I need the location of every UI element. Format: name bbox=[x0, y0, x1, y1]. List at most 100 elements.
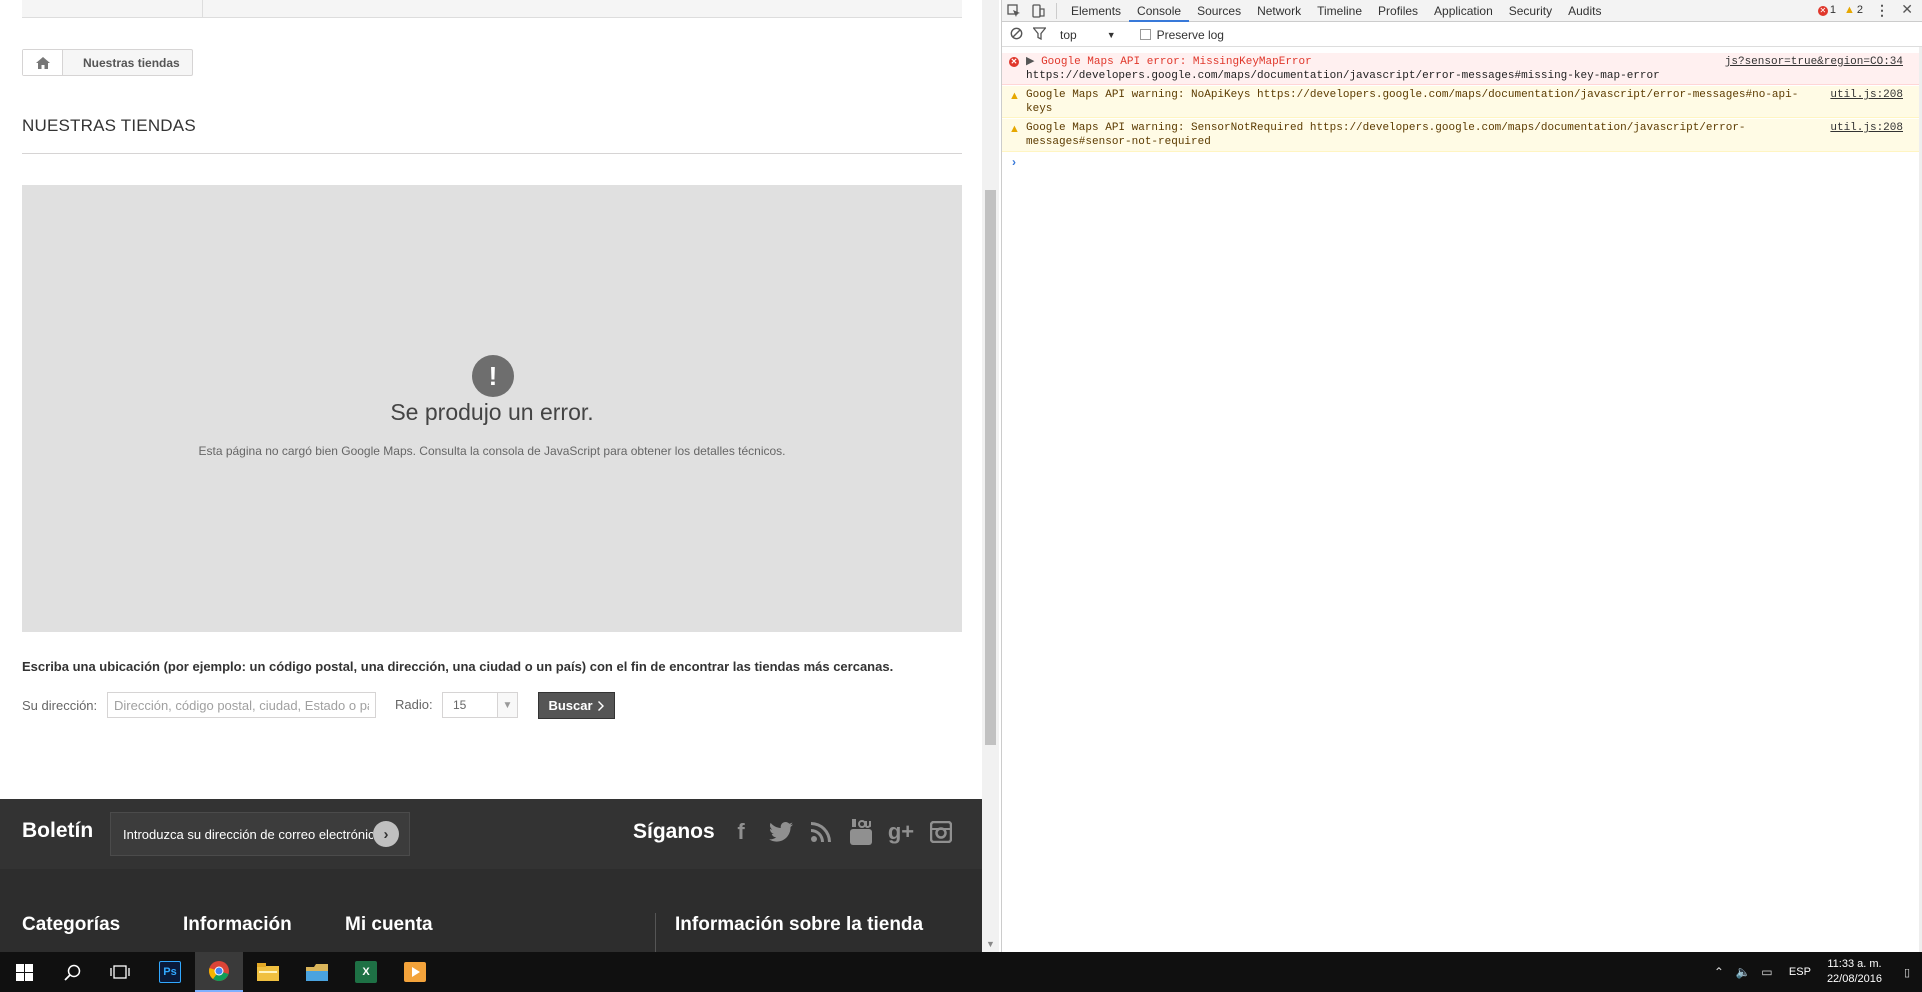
store-search-instructions: Escriba una ubicación (por ejemplo: un c… bbox=[22, 659, 894, 674]
clock[interactable]: 11:33 a. m. 22/08/2016 bbox=[1821, 957, 1892, 987]
radius-label: Radio: bbox=[395, 697, 433, 712]
expand-triangle-icon[interactable]: ▶ bbox=[1026, 56, 1034, 68]
breadcrumb-current: Nuestras tiendas bbox=[83, 55, 180, 70]
photoshop-label: Ps bbox=[159, 961, 181, 983]
newsletter-submit-icon[interactable]: › bbox=[373, 821, 399, 847]
language-indicator[interactable]: ESP bbox=[1779, 966, 1821, 978]
volume-icon[interactable]: 🔈 bbox=[1731, 965, 1755, 979]
facebook-icon[interactable]: f bbox=[728, 817, 754, 847]
error-icon: ✕ bbox=[1009, 57, 1019, 67]
home-icon[interactable] bbox=[23, 50, 63, 75]
radius-select[interactable]: 15 ▼ bbox=[442, 692, 518, 718]
newsletter-label: Boletín bbox=[22, 819, 94, 842]
inspect-element-icon[interactable] bbox=[1002, 0, 1026, 22]
tab-timeline[interactable]: Timeline bbox=[1309, 0, 1370, 22]
google-plus-icon[interactable]: g+ bbox=[888, 817, 914, 847]
console-prompt-icon[interactable]: › bbox=[1012, 155, 1016, 169]
tab-console[interactable]: Console bbox=[1129, 0, 1190, 22]
footer-col-account: Mi cuenta bbox=[345, 914, 433, 935]
message-source-link[interactable]: util.js:208 bbox=[1830, 121, 1903, 135]
follow-us-label: Síganos bbox=[633, 820, 715, 843]
tab-profiles[interactable]: Profiles bbox=[1370, 0, 1426, 22]
preserve-log-checkbox[interactable] bbox=[1139, 29, 1151, 40]
error-icon: ✕ bbox=[1817, 6, 1828, 16]
top-bar bbox=[22, 0, 962, 18]
close-icon[interactable]: ✕ bbox=[1901, 1, 1913, 18]
page-scrollbar[interactable]: ▼ bbox=[982, 0, 999, 952]
tab-application[interactable]: Application bbox=[1426, 0, 1501, 22]
excel-label: X bbox=[355, 961, 377, 983]
search-icon[interactable] bbox=[48, 952, 96, 992]
message-text: Google Maps API error: MissingKeyMapErro… bbox=[1041, 56, 1312, 68]
message-text: Google Maps API warning: NoApiKeys https… bbox=[1026, 89, 1799, 115]
rss-icon[interactable] bbox=[808, 817, 834, 847]
device-mode-icon[interactable] bbox=[1026, 0, 1050, 22]
clock-time: 11:33 a. m. bbox=[1827, 958, 1882, 970]
instagram-icon[interactable] bbox=[928, 817, 954, 847]
footer-newsletter-bar: Boletín Introduzca su dirección de corre… bbox=[0, 799, 982, 869]
tab-sources[interactable]: Sources bbox=[1189, 0, 1249, 22]
footer-col-store-info: Información sobre la tienda bbox=[675, 914, 924, 935]
more-options-icon[interactable]: ⋮ bbox=[1875, 2, 1889, 19]
console-toolbar: top ▼ Preserve log bbox=[1002, 23, 1922, 47]
chevron-down-icon[interactable]: ▼ bbox=[1107, 30, 1116, 40]
search-button[interactable]: Buscar bbox=[538, 692, 615, 719]
windows-start-icon[interactable] bbox=[0, 952, 48, 992]
photoshop-icon[interactable]: Ps bbox=[146, 952, 194, 992]
breadcrumb: Nuestras tiendas bbox=[22, 49, 193, 76]
map-container: ! Se produjo un error. Esta página no ca… bbox=[22, 185, 962, 632]
clear-console-icon[interactable] bbox=[1010, 27, 1023, 43]
scrollbar-thumb[interactable] bbox=[985, 190, 996, 745]
address-label: Su dirección: bbox=[22, 698, 98, 713]
tab-security[interactable]: Security bbox=[1501, 0, 1560, 22]
map-error-description: Esta página no cargó bien Google Maps. C… bbox=[198, 444, 786, 458]
tab-network[interactable]: Network bbox=[1249, 0, 1309, 22]
address-input[interactable] bbox=[107, 692, 376, 718]
message-text: Google Maps API warning: SensorNotRequir… bbox=[1026, 122, 1746, 148]
map-error-title: Se produjo un error. bbox=[390, 399, 594, 425]
notifications-icon[interactable]: ▭ bbox=[1755, 965, 1779, 979]
excel-icon[interactable]: X bbox=[342, 952, 390, 992]
file-explorer-icon[interactable] bbox=[244, 952, 292, 992]
warning-icon: ▲ bbox=[1843, 4, 1855, 16]
warning-icon: ▲ bbox=[1009, 90, 1020, 102]
youtube-icon[interactable] bbox=[848, 817, 874, 847]
warning-icon: ▲ bbox=[1009, 123, 1020, 135]
footer-col-categories: Categorías bbox=[22, 914, 121, 935]
chevron-right-icon bbox=[597, 700, 604, 711]
console-message-warning[interactable]: ▲ Google Maps API warning: NoApiKeys htt… bbox=[1002, 86, 1922, 118]
newsletter-placeholder: Introduzca su dirección de correo electr… bbox=[123, 826, 373, 842]
footer-columns: Categorías Información Mi cuenta Informa… bbox=[0, 869, 982, 952]
chrome-icon[interactable] bbox=[195, 952, 243, 992]
action-center-icon[interactable]: ▯ bbox=[1892, 966, 1922, 979]
console-counts[interactable]: ✕ 1 ▲ 2 bbox=[1817, 4, 1863, 16]
tab-audits[interactable]: Audits bbox=[1560, 0, 1609, 22]
chevron-down-icon: ▼ bbox=[497, 693, 517, 717]
twitter-icon[interactable] bbox=[768, 817, 794, 847]
radius-value: 15 bbox=[453, 698, 467, 712]
social-links: f g+ bbox=[728, 817, 954, 847]
message-source-link[interactable]: js?sensor=true&region=CO:34 bbox=[1725, 55, 1903, 69]
search-button-label: Buscar bbox=[548, 698, 593, 713]
folder-icon[interactable] bbox=[293, 952, 341, 992]
warning-count: ▲ 2 bbox=[1843, 4, 1863, 16]
console-message-warning[interactable]: ▲ Google Maps API warning: SensorNotRequ… bbox=[1002, 119, 1922, 152]
error-count: ✕ 1 bbox=[1817, 4, 1836, 16]
message-source-link[interactable]: util.js:208 bbox=[1830, 88, 1903, 102]
filter-icon[interactable] bbox=[1032, 26, 1047, 43]
message-url[interactable]: https://developers.google.com/maps/docum… bbox=[1026, 69, 1903, 83]
task-view-icon[interactable] bbox=[96, 952, 144, 992]
toolbar-separator bbox=[1056, 2, 1057, 19]
scroll-down-icon[interactable]: ▼ bbox=[986, 939, 995, 949]
context-selector[interactable]: top bbox=[1056, 28, 1077, 42]
clock-date: 22/08/2016 bbox=[1826, 973, 1882, 985]
footer-col-information: Información bbox=[183, 914, 292, 935]
console-message-error[interactable]: ✕ ▶ Google Maps API error: MissingKeyMap… bbox=[1002, 53, 1922, 85]
chevron-up-icon[interactable]: ⌃ bbox=[1707, 965, 1731, 979]
devtools-panel: Elements Console Sources Network Timelin… bbox=[1001, 0, 1922, 952]
newsletter-input[interactable]: Introduzca su dirección de correo electr… bbox=[110, 812, 410, 856]
tab-elements[interactable]: Elements bbox=[1063, 0, 1129, 22]
exclamation-icon: ! bbox=[472, 355, 514, 397]
media-player-icon[interactable] bbox=[391, 952, 439, 992]
devtools-tab-bar: Elements Console Sources Network Timelin… bbox=[1002, 0, 1922, 22]
